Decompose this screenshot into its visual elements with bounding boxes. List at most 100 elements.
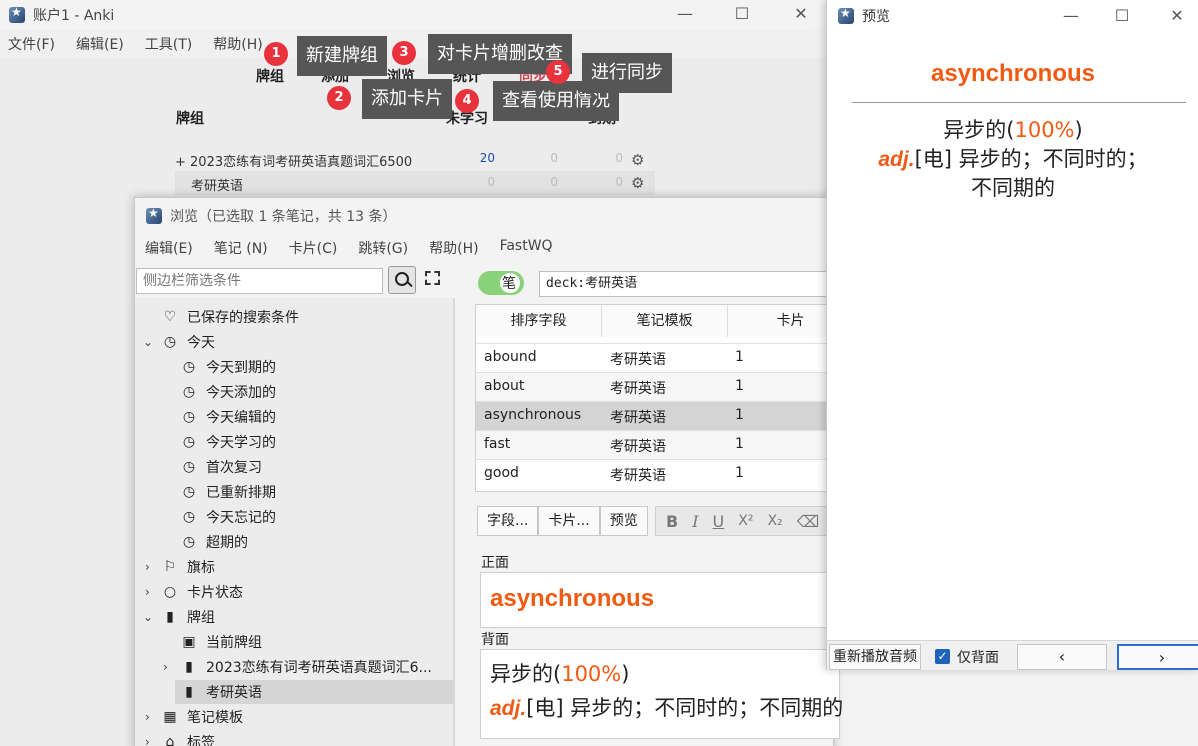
- minimize-icon[interactable]: —: [675, 4, 695, 23]
- notes-cards-toggle[interactable]: [478, 271, 524, 295]
- back-text: ): [621, 662, 630, 686]
- callout-sync: 进行同步: [582, 53, 672, 93]
- menu-tools[interactable]: 工具(T): [145, 34, 192, 58]
- table-row[interactable]: abound 考研英语 1: [476, 343, 834, 372]
- column-header-card[interactable]: 卡片: [728, 305, 834, 337]
- maximize-icon[interactable]: ☐: [732, 4, 752, 23]
- back-only-label: 仅背面: [957, 650, 999, 666]
- deck-name[interactable]: 考研英语: [191, 175, 243, 194]
- minimize-icon[interactable]: —: [1061, 6, 1081, 25]
- table-row[interactable]: good 考研英语 1: [476, 459, 834, 488]
- menu-fastwq[interactable]: FastWQ: [500, 238, 553, 258]
- preview-back: 异步的(100%) adj.[电] 异步的；不同时的； 不同期的: [827, 116, 1198, 203]
- tree-label: 标签: [187, 735, 215, 746]
- close-icon[interactable]: ✕: [1167, 6, 1187, 25]
- circle-icon: ○: [163, 584, 177, 600]
- back-field-editor[interactable]: 异步的(100%) adj.[电] 异步的；不同时的；不同期的: [480, 649, 843, 739]
- previous-card-button[interactable]: ‹: [1017, 644, 1107, 670]
- chevron-right-icon[interactable]: ›: [145, 585, 150, 599]
- tree-today-due[interactable]: ◷ 今天到期的: [180, 355, 276, 379]
- sidebar-filter-input[interactable]: 侧边栏筛选条件: [136, 268, 383, 294]
- tree-saved-searches[interactable]: ♡ 已保存的搜索条件: [161, 305, 299, 329]
- clock-icon: ◷: [182, 384, 196, 400]
- tree-overdue[interactable]: ◷ 超期的: [180, 530, 248, 554]
- callout-badge-5: 5: [546, 60, 570, 84]
- tree-rescheduled[interactable]: ◷ 已重新排期: [180, 480, 276, 504]
- tree-label: 今天学习的: [206, 435, 276, 451]
- menu-help[interactable]: 帮助(H): [213, 34, 262, 58]
- subscript-icon[interactable]: X₂: [767, 513, 782, 529]
- tree-current-deck[interactable]: ▣ 当前牌组: [180, 630, 262, 654]
- next-card-button[interactable]: ›: [1117, 644, 1198, 670]
- deck-row[interactable]: + 2023恋练有词考研英语真题词汇6500 20 0 0 ⚙: [175, 149, 655, 173]
- fields-button[interactable]: 字段...: [477, 506, 539, 536]
- deck-icon: ▮: [185, 684, 193, 700]
- tree-label: 今天编辑的: [206, 410, 276, 426]
- tag-icon: ⌂: [165, 734, 175, 746]
- tree-label: 已保存的搜索条件: [187, 310, 299, 326]
- gear-icon[interactable]: ⚙: [631, 174, 644, 192]
- italic-icon[interactable]: I: [692, 512, 698, 531]
- tree-card-state[interactable]: ○ 卡片状态: [161, 580, 243, 604]
- menu-cards[interactable]: 卡片(C): [289, 238, 338, 258]
- chevron-down-icon[interactable]: ⌄: [143, 610, 153, 624]
- toolbar-decks[interactable]: 牌组: [256, 66, 284, 86]
- preview-back-line-1: 异步的(100%): [827, 116, 1198, 145]
- main-titlebar: 账户1 - Anki — ☐ ✕: [0, 0, 826, 30]
- tree-today-studied[interactable]: ◷ 今天学习的: [180, 430, 276, 454]
- tree-note-types[interactable]: ▦ 笔记模板: [161, 705, 243, 729]
- superscript-icon[interactable]: X²: [738, 513, 753, 529]
- close-icon[interactable]: ✕: [791, 4, 811, 23]
- table-row[interactable]: fast 考研英语 1: [476, 430, 834, 459]
- tree-label: 当前牌组: [206, 635, 262, 651]
- browse-window-title: 浏览（已选取 1 条笔记，共 13 条）: [170, 209, 397, 225]
- table-row[interactable]: about 考研英语 1: [476, 372, 834, 401]
- chevron-right-icon[interactable]: ›: [145, 560, 150, 574]
- tree-deck-kaoyan[interactable]: ▮ 考研英语: [180, 680, 262, 704]
- front-field-editor[interactable]: asynchronous: [480, 572, 840, 628]
- toggle-label: 笔: [502, 276, 516, 292]
- preview-titlebar: 预览 — ☐ ✕: [827, 0, 1198, 32]
- tree-today-added[interactable]: ◷ 今天添加的: [180, 380, 276, 404]
- sidebar-splitter[interactable]: [453, 298, 455, 746]
- chevron-down-icon[interactable]: ⌄: [143, 335, 153, 349]
- back-only-checkbox[interactable]: ✓: [935, 649, 950, 664]
- selection-tool-icon[interactable]: [425, 271, 440, 285]
- tree-label: 今天添加的: [206, 385, 276, 401]
- column-header-sort-field[interactable]: 排序字段: [476, 305, 602, 337]
- replay-audio-button[interactable]: 重新播放音频: [829, 644, 921, 670]
- tree-forgotten[interactable]: ◷ 今天忘记的: [180, 505, 276, 529]
- menu-edit[interactable]: 编辑(E): [76, 34, 124, 58]
- search-icon[interactable]: [388, 266, 416, 294]
- menu-notes[interactable]: 笔记 (N): [214, 238, 268, 258]
- tree-first-review[interactable]: ◷ 首次复习: [180, 455, 262, 479]
- tree-label: 首次复习: [206, 460, 262, 476]
- tree-tags[interactable]: ⌂ 标签: [161, 730, 215, 746]
- menu-help[interactable]: 帮助(H): [429, 238, 478, 258]
- menu-edit[interactable]: 编辑(E): [145, 238, 193, 258]
- underline-icon[interactable]: U: [713, 512, 725, 531]
- main-window-title: 账户1 - Anki: [33, 8, 115, 24]
- column-header-note-type[interactable]: 笔记模板: [602, 305, 728, 337]
- chevron-right-icon[interactable]: ›: [163, 660, 168, 674]
- chevron-right-icon[interactable]: ›: [145, 710, 150, 724]
- tree-today[interactable]: ◷ 今天: [161, 330, 215, 354]
- cards-button[interactable]: 卡片...: [538, 506, 600, 536]
- table-row-selected[interactable]: asynchronous 考研英语 1: [476, 401, 834, 430]
- bold-icon[interactable]: B: [666, 512, 678, 531]
- search-query-input[interactable]: deck:考研英语: [539, 271, 839, 297]
- tree-decks[interactable]: ▮ 牌组: [161, 605, 215, 629]
- chevron-right-icon[interactable]: ›: [145, 735, 150, 746]
- menu-go[interactable]: 跳转(G): [358, 238, 408, 258]
- eraser-icon[interactable]: ⌫: [797, 512, 820, 531]
- menu-file[interactable]: 文件(F): [8, 34, 55, 58]
- tree-today-edited[interactable]: ◷ 今天编辑的: [180, 405, 276, 429]
- deck-name[interactable]: + 2023恋练有词考研英语真题词汇6500: [175, 151, 412, 170]
- tree-flags[interactable]: ⚐ 旗标: [161, 555, 215, 579]
- preview-button[interactable]: 预览: [599, 506, 648, 536]
- tree-label: 牌组: [187, 610, 215, 626]
- deck-row-selected[interactable]: 考研英语 0 0 0 ⚙: [175, 171, 655, 195]
- gear-icon[interactable]: ⚙: [631, 151, 644, 169]
- maximize-icon[interactable]: ☐: [1112, 6, 1132, 25]
- tree-deck-vocab[interactable]: ▮ 2023恋练有词考研英语真题词汇6...: [180, 655, 432, 679]
